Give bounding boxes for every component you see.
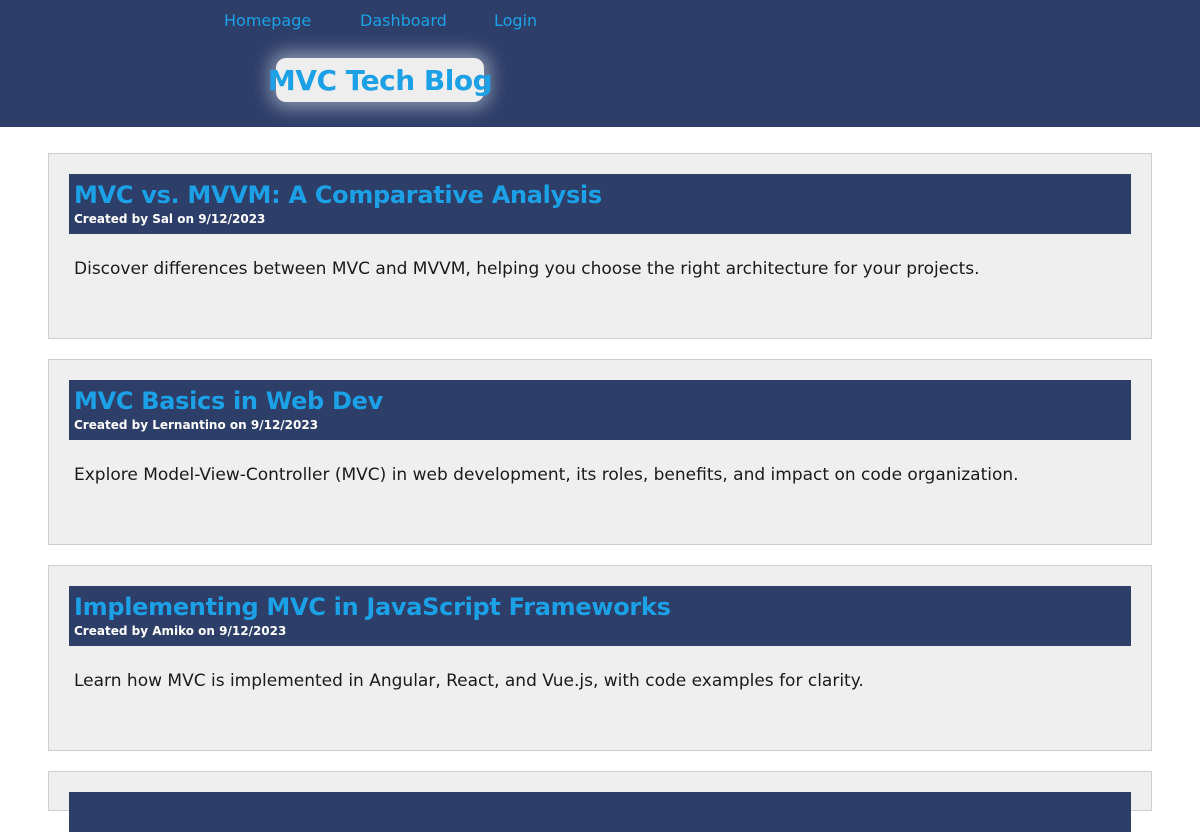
post-title[interactable]: Implementing MVC in JavaScript Framework… — [74, 592, 1126, 622]
main-nav: Homepage Dashboard Login — [224, 11, 554, 31]
post-list: MVC vs. MVVM: A Comparative Analysis Cre… — [48, 153, 1152, 832]
post-meta: Created by Lernantino on 9/12/2023 — [74, 418, 319, 432]
post-body: Discover differences between MVC and MVV… — [74, 259, 980, 279]
post-body: Learn how MVC is implemented in Angular,… — [74, 671, 864, 691]
post-header — [69, 792, 1131, 832]
post-card[interactable]: MVC vs. MVVM: A Comparative Analysis Cre… — [48, 153, 1152, 339]
site-brand: MVC Tech Blog — [268, 58, 493, 102]
post-title[interactable]: MVC Basics in Web Dev — [74, 386, 1126, 416]
post-meta: Created by Sal on 9/12/2023 — [74, 212, 266, 226]
post-card[interactable]: MVC Basics in Web Dev Created by Lernant… — [48, 359, 1152, 545]
nav-link-login[interactable]: Login — [494, 11, 554, 31]
post-body: Explore Model-View-Controller (MVC) in w… — [74, 465, 1019, 485]
post-meta: Created by Amiko on 9/12/2023 — [74, 624, 287, 638]
post-header: Implementing MVC in JavaScript Framework… — [69, 586, 1131, 646]
site-title: MVC Tech Blog — [267, 63, 493, 97]
post-header: MVC Basics in Web Dev Created by Lernant… — [69, 380, 1131, 440]
post-title[interactable]: MVC vs. MVVM: A Comparative Analysis — [74, 180, 1126, 210]
nav-link-homepage[interactable]: Homepage — [224, 11, 360, 31]
nav-link-dashboard[interactable]: Dashboard — [360, 11, 494, 31]
post-card[interactable] — [48, 771, 1152, 832]
post-header: MVC vs. MVVM: A Comparative Analysis Cre… — [69, 174, 1131, 234]
post-card[interactable]: Implementing MVC in JavaScript Framework… — [48, 565, 1152, 751]
site-header: Homepage Dashboard Login MVC Tech Blog — [0, 0, 1200, 127]
